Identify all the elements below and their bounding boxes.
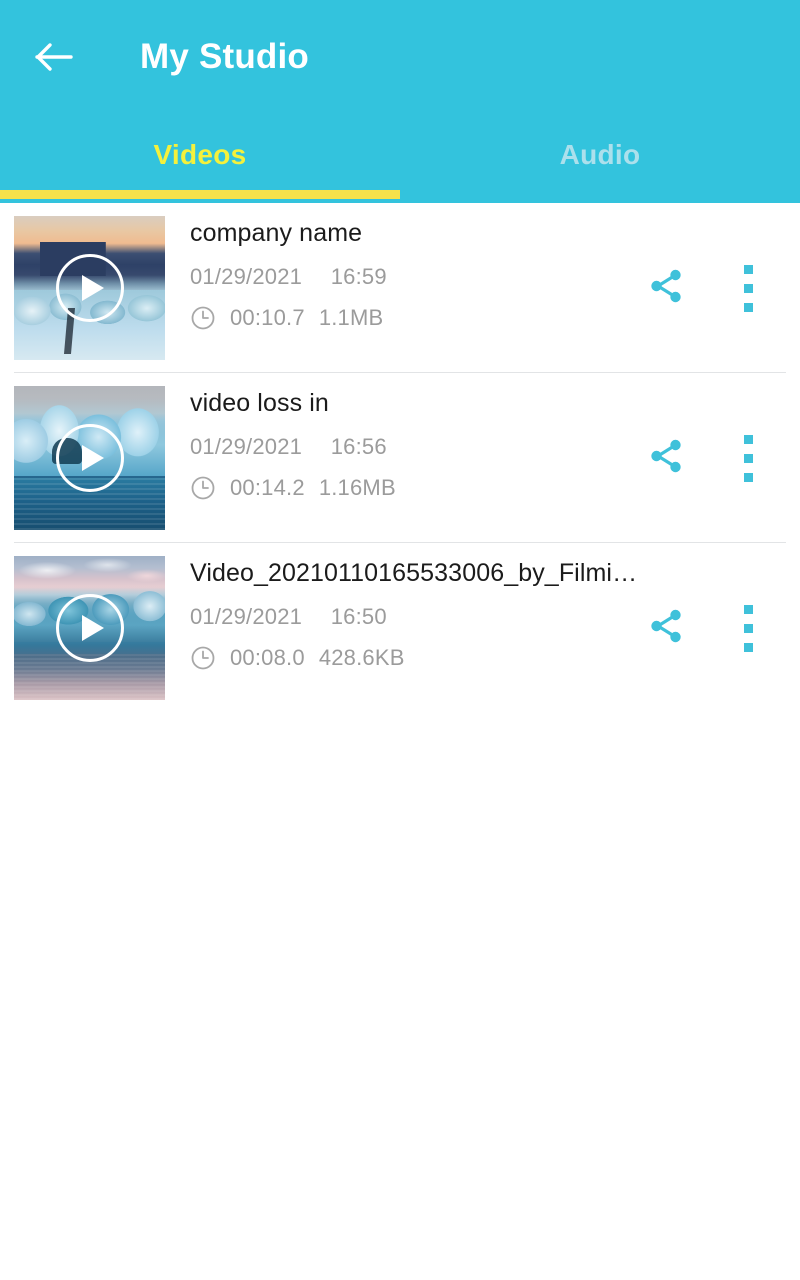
list-item[interactable]: Video_20210110165533006_by_Filmi… 01/29/… [0, 543, 800, 713]
video-title: company name [190, 219, 363, 247]
video-date: 01/29/2021 [190, 604, 303, 629]
video-date: 01/29/2021 [190, 264, 303, 289]
tab-audio-label: Audio [559, 139, 641, 170]
video-time: 16:50 [330, 604, 387, 629]
more-options-button[interactable] [720, 256, 776, 320]
video-duration: 00:14.2 [230, 475, 305, 500]
share-button[interactable] [634, 256, 698, 320]
row-actions [634, 203, 800, 373]
video-datetime: 01/29/2021 16:59 [190, 263, 630, 291]
share-icon [644, 264, 688, 313]
video-stats: 00:10.7 1.1MB [190, 303, 630, 333]
video-meta: company name 01/29/2021 16:59 00:10.7 1.… [190, 217, 630, 333]
share-icon [644, 434, 688, 483]
list-item[interactable]: company name 01/29/2021 16:59 00:10.7 1.… [0, 203, 800, 373]
play-icon[interactable] [55, 254, 124, 322]
video-meta: Video_20210110165533006_by_Filmi… 01/29/… [190, 557, 660, 673]
clock-icon [190, 305, 216, 331]
more-vertical-icon [743, 260, 753, 317]
app-bar-top: My Studio [0, 0, 800, 115]
video-datetime: 01/29/2021 16:56 [190, 433, 630, 461]
play-icon[interactable] [55, 594, 124, 662]
more-options-button[interactable] [720, 596, 776, 660]
video-title: video loss in [190, 389, 329, 417]
back-button[interactable] [22, 29, 88, 85]
video-duration: 00:08.0 [230, 645, 305, 670]
list-item[interactable]: video loss in 01/29/2021 16:56 00:14.2 1… [0, 373, 800, 543]
video-thumbnail[interactable] [14, 216, 165, 360]
video-meta: video loss in 01/29/2021 16:56 00:14.2 1… [190, 387, 630, 503]
tab-audio[interactable]: Audio [400, 115, 800, 195]
video-size: 1.16MB [318, 475, 396, 500]
share-button[interactable] [634, 596, 698, 660]
page-title: My Studio [140, 37, 310, 76]
clock-icon [190, 475, 216, 501]
video-duration: 00:10.7 [230, 305, 305, 330]
arrow-left-icon [35, 41, 75, 73]
share-icon [644, 604, 688, 653]
tab-indicator [0, 190, 400, 199]
video-datetime: 01/29/2021 16:50 [190, 603, 660, 631]
row-actions [634, 543, 800, 713]
video-date: 01/29/2021 [190, 434, 303, 459]
tab-videos-label: Videos [153, 139, 247, 170]
app-bar: My Studio Videos Audio [0, 0, 800, 203]
video-thumbnail[interactable] [14, 386, 165, 530]
more-vertical-icon [743, 600, 753, 657]
video-size: 428.6KB [318, 645, 405, 670]
more-options-button[interactable] [720, 426, 776, 490]
video-time: 16:56 [330, 434, 387, 459]
video-stats: 00:08.0 428.6KB [190, 643, 660, 673]
share-button[interactable] [634, 426, 698, 490]
clock-icon [190, 645, 216, 671]
video-list: company name 01/29/2021 16:59 00:10.7 1.… [0, 203, 800, 1280]
video-size: 1.1MB [318, 305, 384, 330]
video-time: 16:59 [330, 264, 387, 289]
video-stats: 00:14.2 1.16MB [190, 473, 630, 503]
video-title: Video_20210110165533006_by_Filmi… [190, 559, 638, 587]
video-thumbnail[interactable] [14, 556, 165, 700]
row-actions [634, 373, 800, 543]
play-icon[interactable] [55, 424, 124, 492]
tab-videos[interactable]: Videos [0, 115, 400, 195]
more-vertical-icon [743, 430, 753, 487]
